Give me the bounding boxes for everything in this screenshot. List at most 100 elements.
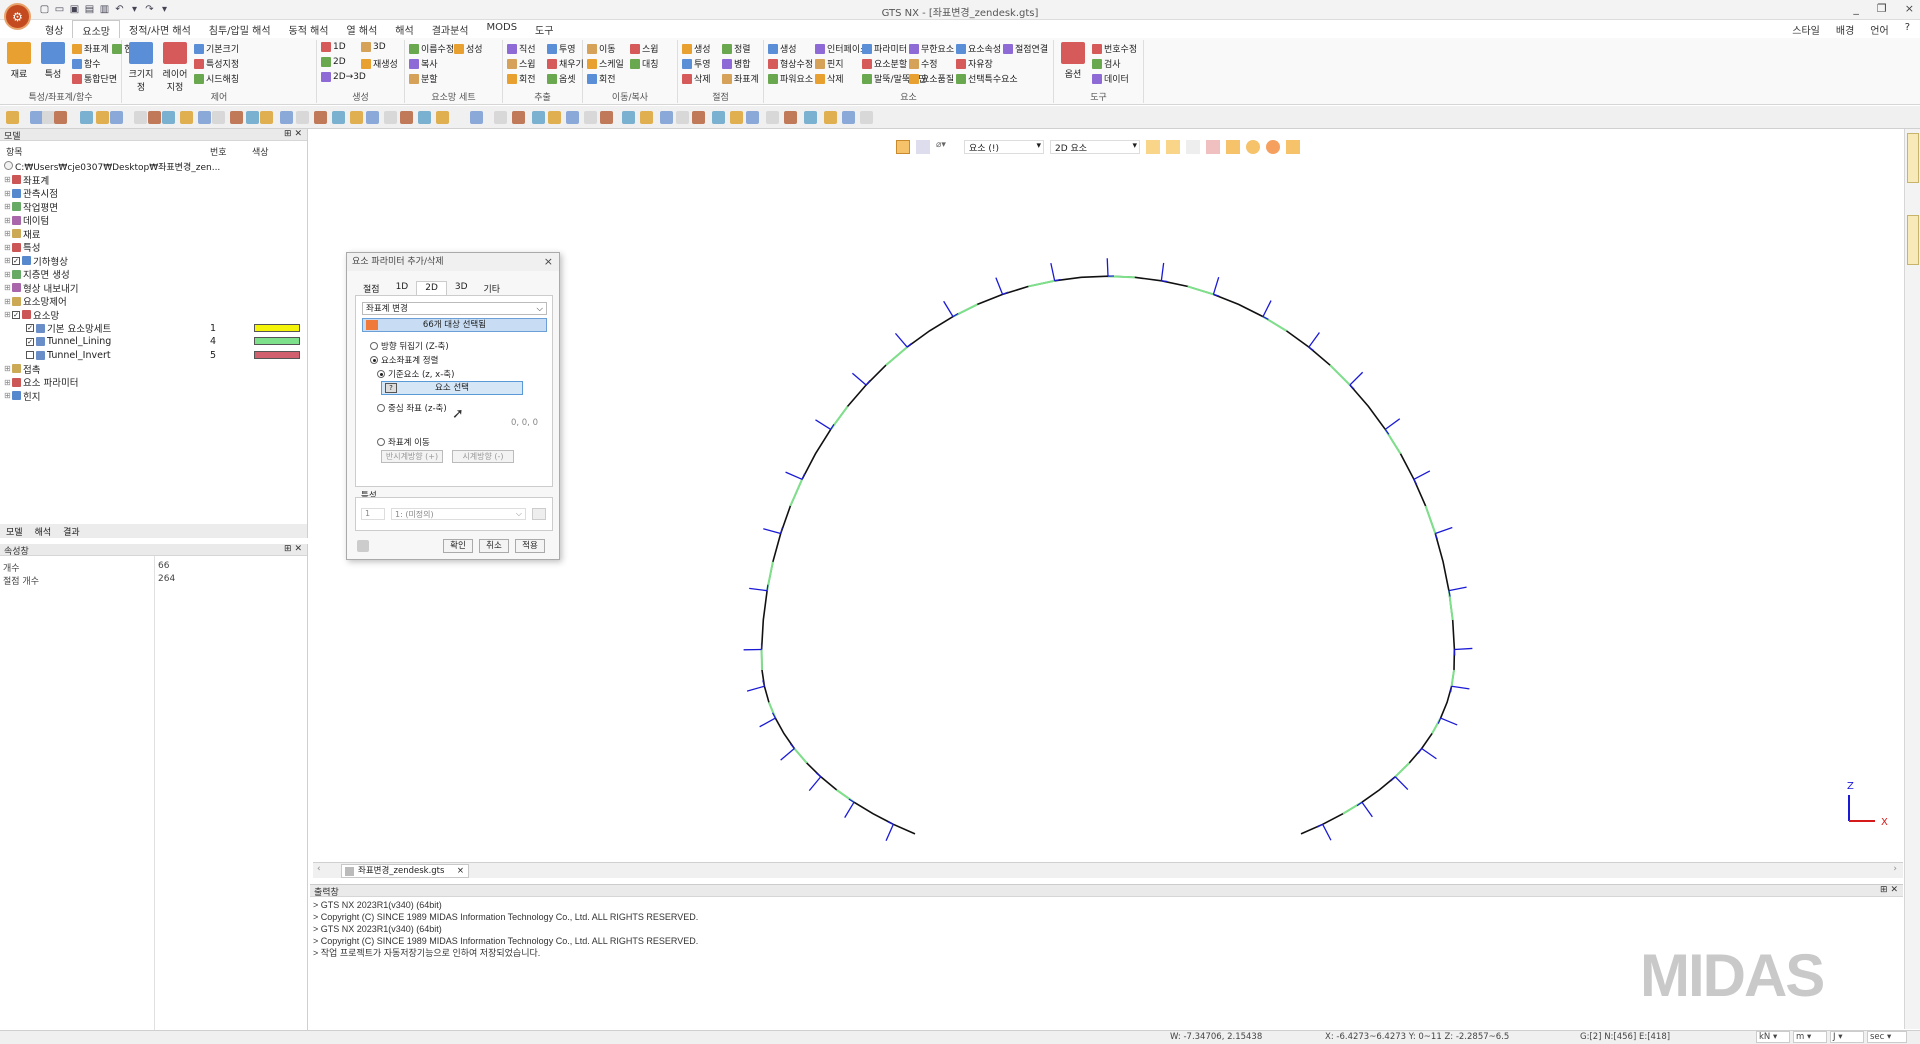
expand-icon[interactable]: ⊞ <box>4 175 12 184</box>
lining-element-segment[interactable] <box>1394 762 1411 778</box>
dialog-tab[interactable]: 절점 <box>355 281 388 296</box>
expand-icon[interactable]: ⊞ <box>4 189 12 198</box>
ribbon-button[interactable]: 2D→3D <box>321 72 366 82</box>
ribbon-button[interactable]: 회전 <box>587 72 616 85</box>
ribbon-button[interactable]: 투영 <box>547 42 576 55</box>
display-icon[interactable] <box>436 111 449 124</box>
filter-icon[interactable] <box>1226 140 1240 154</box>
ribbon-button[interactable]: 통합단면 <box>72 72 117 85</box>
tree-item[interactable]: ⊞ 재료 <box>4 227 304 241</box>
lining-element-segment[interactable] <box>793 747 808 764</box>
pan-icon[interactable] <box>314 111 327 124</box>
open-folder-icon[interactable]: ▭ <box>53 3 66 16</box>
ribbon-button[interactable]: 파워요소 <box>768 72 813 85</box>
mesh-set-color-swatch[interactable] <box>254 337 300 345</box>
ribbon-button[interactable]: 데이터 <box>1092 72 1129 85</box>
ribbon-big-button[interactable]: 크기지정 <box>126 42 156 93</box>
ribbon-button[interactable]: 요소품질 <box>909 72 954 85</box>
move-icon[interactable] <box>660 111 673 124</box>
copy-icon[interactable] <box>676 111 689 124</box>
center-coord-input[interactable]: 0, 0, 0 <box>511 418 538 428</box>
ribbon-button[interactable]: 자유장 <box>956 57 993 70</box>
ribbon-big-button[interactable]: 레이어지정 <box>160 42 190 93</box>
dialog-tab[interactable]: 기타 <box>476 281 509 296</box>
zoom-icon[interactable] <box>246 111 259 124</box>
ribbon-button[interactable]: 스윕 <box>630 42 659 55</box>
tree-checkbox[interactable]: ✓ <box>26 337 34 346</box>
document-tab[interactable]: 좌표변경_zendesk.gts × <box>341 864 469 878</box>
ribbon-button[interactable]: 기본크기 <box>194 42 239 55</box>
lining-element-segment[interactable] <box>1329 364 1351 386</box>
new-file-icon[interactable]: ▢ <box>38 3 51 16</box>
expand-icon[interactable]: ⊞ <box>4 216 12 225</box>
expand-icon[interactable]: ⊞ <box>4 270 12 279</box>
ribbon-button[interactable]: 특성지정 <box>194 57 239 70</box>
ribbon-button[interactable]: 정렬 <box>722 42 751 55</box>
unit-energy-select[interactable]: J ▾ <box>1830 1031 1864 1043</box>
shade-icon[interactable] <box>80 111 93 124</box>
ribbon-button[interactable]: 스케일 <box>587 57 624 70</box>
render-icon[interactable] <box>54 111 67 124</box>
ribbon-button[interactable]: 시드해칭 <box>194 72 239 85</box>
background-menu[interactable]: 배경 <box>1836 22 1854 37</box>
tree-checkbox[interactable]: ✓ <box>26 324 34 333</box>
lining-element-segment[interactable] <box>885 346 908 366</box>
menu-tab[interactable]: 형상 <box>36 20 72 38</box>
tree-item[interactable]: ⊞ 작업평면 <box>4 200 304 214</box>
ribbon-button[interactable]: 스윕 <box>507 57 536 70</box>
undo-icon[interactable]: ↶ <box>113 3 126 16</box>
dialog-tab[interactable]: 1D <box>388 281 417 296</box>
filter-dropdown[interactable]: 2D 요소 ▾ <box>1050 140 1140 154</box>
ribbon-button[interactable]: 파라미터 <box>862 42 907 55</box>
zoom-window-icon[interactable] <box>260 111 273 124</box>
select-icon[interactable] <box>712 111 725 124</box>
grid-icon[interactable] <box>110 111 123 124</box>
language-menu[interactable]: 언어 <box>1870 22 1888 37</box>
tree-item[interactable]: ✓ Tunnel_Lining 4 <box>4 335 304 349</box>
ribbon-button[interactable]: 병합 <box>722 57 751 70</box>
mesh-set-color-swatch[interactable] <box>254 323 300 332</box>
dialog-tab[interactable]: 3D <box>447 281 476 296</box>
tree-item[interactable]: ⊞ 요소 파라미터 <box>4 376 304 389</box>
print-icon[interactable]: ▥ <box>98 3 111 16</box>
tree-checkbox[interactable]: ✓ <box>12 256 20 265</box>
ccw-button[interactable]: 반시계방향 (+) <box>381 450 443 463</box>
side-view-icon[interactable] <box>860 111 873 124</box>
right-tab-1[interactable] <box>1907 133 1919 183</box>
apply-button[interactable]: 적용 <box>515 539 545 553</box>
dialog-tab[interactable]: 2D <box>416 281 447 296</box>
tree-item[interactable]: ⊞ 데이텀 <box>4 214 304 227</box>
ribbon-button[interactable]: 직선 <box>507 42 536 55</box>
tab-close-icon[interactable]: × <box>457 865 464 878</box>
close-button[interactable]: × <box>1905 2 1914 15</box>
show-icon[interactable] <box>1246 140 1260 154</box>
ribbon-button[interactable]: 좌표계 <box>72 42 109 55</box>
ribbon-big-button[interactable]: 특성 <box>38 42 68 80</box>
lining-element-segment[interactable] <box>1028 279 1055 288</box>
menu-tab[interactable]: 결과분석 <box>423 20 478 38</box>
maximize-button[interactable]: ❐ <box>1877 2 1887 15</box>
expand-icon[interactable]: ⊞ <box>4 364 12 373</box>
ribbon-big-button[interactable]: 재료 <box>4 42 34 80</box>
zoom-fit-icon[interactable] <box>280 111 293 124</box>
layer-icon[interactable] <box>512 111 525 124</box>
ribbon-button[interactable]: 인터페이스 <box>815 42 868 55</box>
menu-tab[interactable]: 요소망 <box>72 20 121 38</box>
shade-icon[interactable] <box>548 111 561 124</box>
tree-checkbox[interactable]: ✓ <box>12 310 20 319</box>
ribbon-button[interactable]: 1D <box>321 42 346 52</box>
hide-icon[interactable] <box>1266 140 1280 154</box>
hide-icon[interactable] <box>566 111 579 124</box>
expand-icon[interactable]: ⊞ <box>4 391 12 400</box>
ribbon-button[interactable]: 함수 <box>72 57 101 70</box>
axis-icon[interactable] <box>134 111 147 124</box>
select-cursor-icon[interactable] <box>896 140 910 154</box>
help-icon[interactable]: ? <box>1905 22 1910 37</box>
ribbon-button[interactable]: 수정 <box>909 57 938 70</box>
menu-tab[interactable]: 동적 해석 <box>280 20 338 38</box>
save-as-icon[interactable]: ▤ <box>83 3 96 16</box>
radio-center-coord[interactable]: 중심 좌표 (z-축) <box>377 402 447 414</box>
expand-icon[interactable]: ⊞ <box>4 310 12 319</box>
iso-view-icon[interactable] <box>384 111 397 124</box>
query-icon[interactable] <box>162 111 175 124</box>
